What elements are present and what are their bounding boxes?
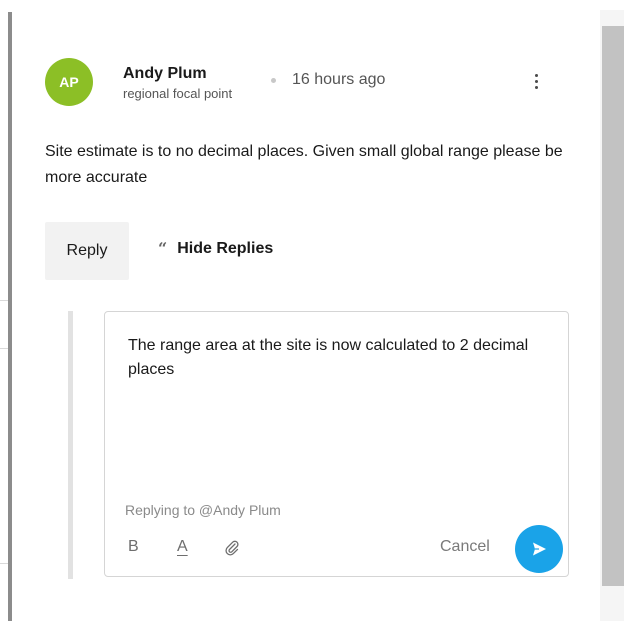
edge-divider	[0, 300, 8, 301]
scrollbar-thumb[interactable]	[602, 26, 624, 586]
thread-indent-bar	[68, 311, 73, 579]
reply-editor[interactable]: The range area at the site is now calcul…	[104, 311, 569, 577]
reply-button-label: Reply	[66, 242, 108, 259]
kebab-icon	[534, 73, 538, 77]
edge-divider	[0, 348, 8, 349]
attach-button[interactable]	[225, 540, 239, 561]
panel-left-border	[8, 12, 12, 621]
comment-body: Site estimate is to no decimal places. G…	[45, 143, 563, 186]
bold-button[interactable]: B	[128, 538, 139, 556]
cancel-button[interactable]: Cancel	[440, 538, 490, 556]
avatar: AP	[45, 58, 93, 106]
edge-divider	[0, 563, 8, 564]
kebab-icon	[534, 85, 538, 89]
hide-replies-label: Hide Replies	[177, 240, 274, 257]
comment-timestamp: 16 hours ago	[292, 71, 386, 88]
replying-to-label: Replying to @Andy Plum	[125, 502, 281, 518]
send-icon	[533, 542, 546, 556]
reply-button[interactable]: Reply	[45, 222, 129, 280]
panel-top-edge	[12, 0, 600, 12]
text-color-button[interactable]: A	[177, 538, 188, 556]
paperclip-icon	[225, 540, 239, 556]
separator-dot	[271, 78, 276, 83]
reply-input[interactable]: The range area at the site is now calcul…	[128, 334, 538, 382]
quote-icon: “	[158, 239, 168, 258]
author-role: regional focal point	[123, 86, 233, 101]
kebab-icon	[534, 79, 538, 83]
hide-replies-button[interactable]: “ Hide Replies	[158, 240, 273, 258]
author-name: Andy Plum	[123, 65, 207, 82]
more-options-button[interactable]	[527, 68, 545, 94]
send-button[interactable]	[515, 525, 563, 573]
comment-panel: AP Andy Plum regional focal point 16 hou…	[0, 0, 624, 621]
